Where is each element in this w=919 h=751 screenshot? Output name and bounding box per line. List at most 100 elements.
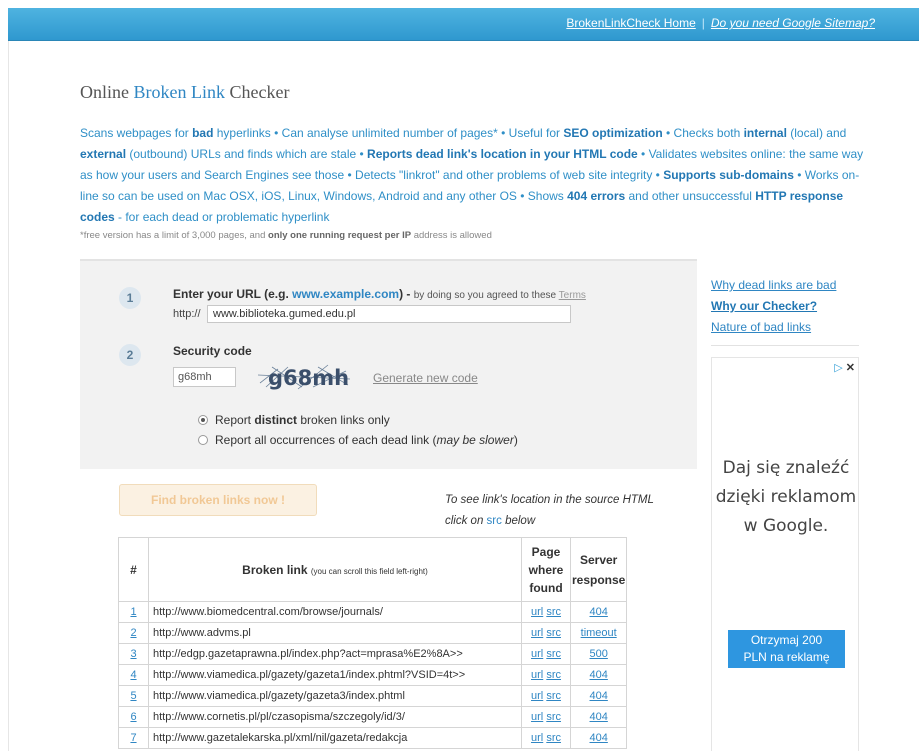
row-number-link[interactable]: 3 xyxy=(118,643,149,665)
radio-all-occurrences-label: Report all occurrences of each dead link… xyxy=(215,433,518,447)
why-dead-links-bad-link[interactable]: Why dead links are bad xyxy=(711,275,836,296)
row-number-link[interactable]: 6 xyxy=(118,706,149,728)
security-code-label: Security code xyxy=(173,344,252,358)
server-response-link[interactable]: 404 xyxy=(569,601,628,623)
top-bar: BrokenLinkCheck Home | Do you need Google … xyxy=(8,8,919,41)
table-row: 7 http://www.gazetalekarska.pl/xml/nil/ga… xyxy=(118,727,628,749)
radio-distinct-label: Report distinct broken links only xyxy=(215,413,390,427)
nature-of-bad-links-link[interactable]: Nature of bad links xyxy=(711,317,836,338)
terms-link[interactable]: Terms xyxy=(559,290,586,301)
url-link[interactable]: url xyxy=(531,732,543,744)
radio-all-occurrences[interactable] xyxy=(198,435,208,445)
broken-link-url: http://edgp.gazetaprawna.pl/index.php?ac… xyxy=(148,643,522,665)
src-link[interactable]: src xyxy=(546,711,561,723)
description-segment: bad xyxy=(192,126,214,140)
row-number-link[interactable]: 4 xyxy=(118,664,149,686)
header-links: BrokenLinkCheck Home | Do you need Google … xyxy=(566,16,875,30)
table-row: 5 http://www.viamedica.pl/gazety/gazeta3/… xyxy=(118,685,628,707)
row-number-link[interactable]: 7 xyxy=(118,727,149,749)
broken-link-url: http://www.advms.pl xyxy=(148,622,522,644)
server-response-link[interactable]: 500 xyxy=(569,643,628,665)
radio-distinct[interactable] xyxy=(198,415,208,425)
table-row: 1 http://www.biomedcentral.com/browse/jou… xyxy=(118,601,628,623)
description-segment: Supports sub-domains xyxy=(663,168,794,182)
src-hint: To see link's location in the source HTM… xyxy=(445,494,654,527)
src-link[interactable]: src xyxy=(546,627,561,639)
description-segment: and other unsuccessful xyxy=(625,189,756,203)
google-ad[interactable]: ▷ ✕ Daj się znaleźć dzięki reklamom w Go… xyxy=(711,357,859,751)
broken-link-url: http://www.biomedcentral.com/browse/jour… xyxy=(148,601,522,623)
description-segment: - for each dead or problematic hyperlink xyxy=(114,210,330,224)
broken-link-url: http://www.viamedica.pl/gazety/gazeta3/i… xyxy=(148,685,522,707)
col-page-found: Page where found xyxy=(521,537,571,602)
sidebar-links: Why dead links are bad Why our Checker? … xyxy=(711,275,836,338)
description-segment: internal xyxy=(743,126,787,140)
server-response-link[interactable]: 404 xyxy=(569,706,628,728)
generate-new-code-link[interactable]: Generate new code xyxy=(373,371,478,385)
table-row: 3 http://edgp.gazetaprawna.pl/index.php?a… xyxy=(118,643,628,665)
col-broken-link: Broken link (you can scroll this field l… xyxy=(148,537,522,602)
find-broken-links-button[interactable]: Find broken links now ! xyxy=(119,484,317,516)
description-segment: Reports dead link's location in your HTM… xyxy=(367,147,638,161)
url-link[interactable]: url xyxy=(531,669,543,681)
server-response-link[interactable]: 404 xyxy=(569,727,628,749)
ad-text: Daj się znaleźć dzięki reklamom w Google… xyxy=(715,458,857,536)
results-table: # Broken link (you can scroll this field… xyxy=(118,537,628,749)
url-link[interactable]: url xyxy=(531,627,543,639)
page-found-cell: url src xyxy=(521,601,571,623)
broken-link-url: http://www.gazetalekarska.pl/xml/nil/gaz… xyxy=(148,727,522,749)
row-number-link[interactable]: 1 xyxy=(118,601,149,623)
sidebar-divider xyxy=(711,345,859,346)
adchoices-icon[interactable]: ▷ ✕ xyxy=(834,361,855,374)
page-found-cell: url src xyxy=(521,706,571,728)
description-segment: • Checks both xyxy=(662,126,744,140)
page-found-cell: url src xyxy=(521,664,571,686)
security-code-input[interactable]: g68mh xyxy=(173,367,236,387)
description-segment: 404 errors xyxy=(567,189,626,203)
src-link[interactable]: src xyxy=(546,732,561,744)
close-ad-icon[interactable]: ✕ xyxy=(846,362,855,374)
url-link[interactable]: url xyxy=(531,690,543,702)
svg-text:g68mh: g68mh xyxy=(268,366,349,390)
home-link[interactable]: BrokenLinkCheck Home xyxy=(566,16,695,30)
description: Scans webpages for bad hyperlinks • Can … xyxy=(80,123,875,228)
header-separator: | xyxy=(701,16,705,30)
url-label: Enter your URL (e.g. www.example.com) - … xyxy=(173,287,586,301)
src-link[interactable]: src xyxy=(546,690,561,702)
page-found-cell: url src xyxy=(521,622,571,644)
table-row: 4 http://www.viamedica.pl/gazety/gazeta1/… xyxy=(118,664,628,686)
broken-link-url: http://www.viamedica.pl/gazety/gazeta1/i… xyxy=(148,664,522,686)
broken-link-url: http://www.cornetis.pl/pl/czasopisma/szc… xyxy=(148,706,522,728)
page-found-cell: url src xyxy=(521,643,571,665)
why-our-checker-link[interactable]: Why our Checker? xyxy=(711,296,836,317)
src-link[interactable]: src xyxy=(546,648,561,660)
url-link[interactable]: url xyxy=(531,648,543,660)
step-1-badge: 1 xyxy=(119,287,141,309)
description-segment: external xyxy=(80,147,127,161)
page-found-cell: url src xyxy=(521,685,571,707)
url-prefix: http:// xyxy=(173,308,201,320)
server-response-link[interactable]: 404 xyxy=(569,664,628,686)
description-segment: (outbound) URLs and finds which are stal… xyxy=(126,147,368,161)
server-response-link[interactable]: timeout xyxy=(569,622,628,644)
sitemap-link[interactable]: Do you need Google Sitemap? xyxy=(711,16,875,30)
captcha-image: g68mh xyxy=(258,364,350,390)
free-version-note: *free version has a limit of 3,000 pages… xyxy=(80,230,492,241)
page-found-cell: url src xyxy=(521,727,571,749)
row-number-link[interactable]: 2 xyxy=(118,622,149,644)
server-response-link[interactable]: 404 xyxy=(569,685,628,707)
description-segment: SEO optimization xyxy=(563,126,663,140)
row-number-link[interactable]: 5 xyxy=(118,685,149,707)
src-link[interactable]: src xyxy=(546,606,561,618)
table-row: 6 http://www.cornetis.pl/pl/czasopisma/sz… xyxy=(118,706,628,728)
url-link[interactable]: url xyxy=(531,606,543,618)
url-input[interactable]: www.biblioteka.gumed.edu.pl xyxy=(207,305,571,323)
url-link[interactable]: url xyxy=(531,711,543,723)
ad-cta-button[interactable]: Otrzymaj 200 PLN na reklamę xyxy=(728,630,845,668)
description-segment: Scans webpages for xyxy=(80,126,193,140)
step-2-badge: 2 xyxy=(119,344,141,366)
table-row: 2 http://www.advms.pl url src timeout xyxy=(118,622,628,644)
src-link[interactable]: src xyxy=(546,669,561,681)
col-num: # xyxy=(118,537,149,602)
description-segment: hyperlinks • Can analyse unlimited numbe… xyxy=(213,126,564,140)
